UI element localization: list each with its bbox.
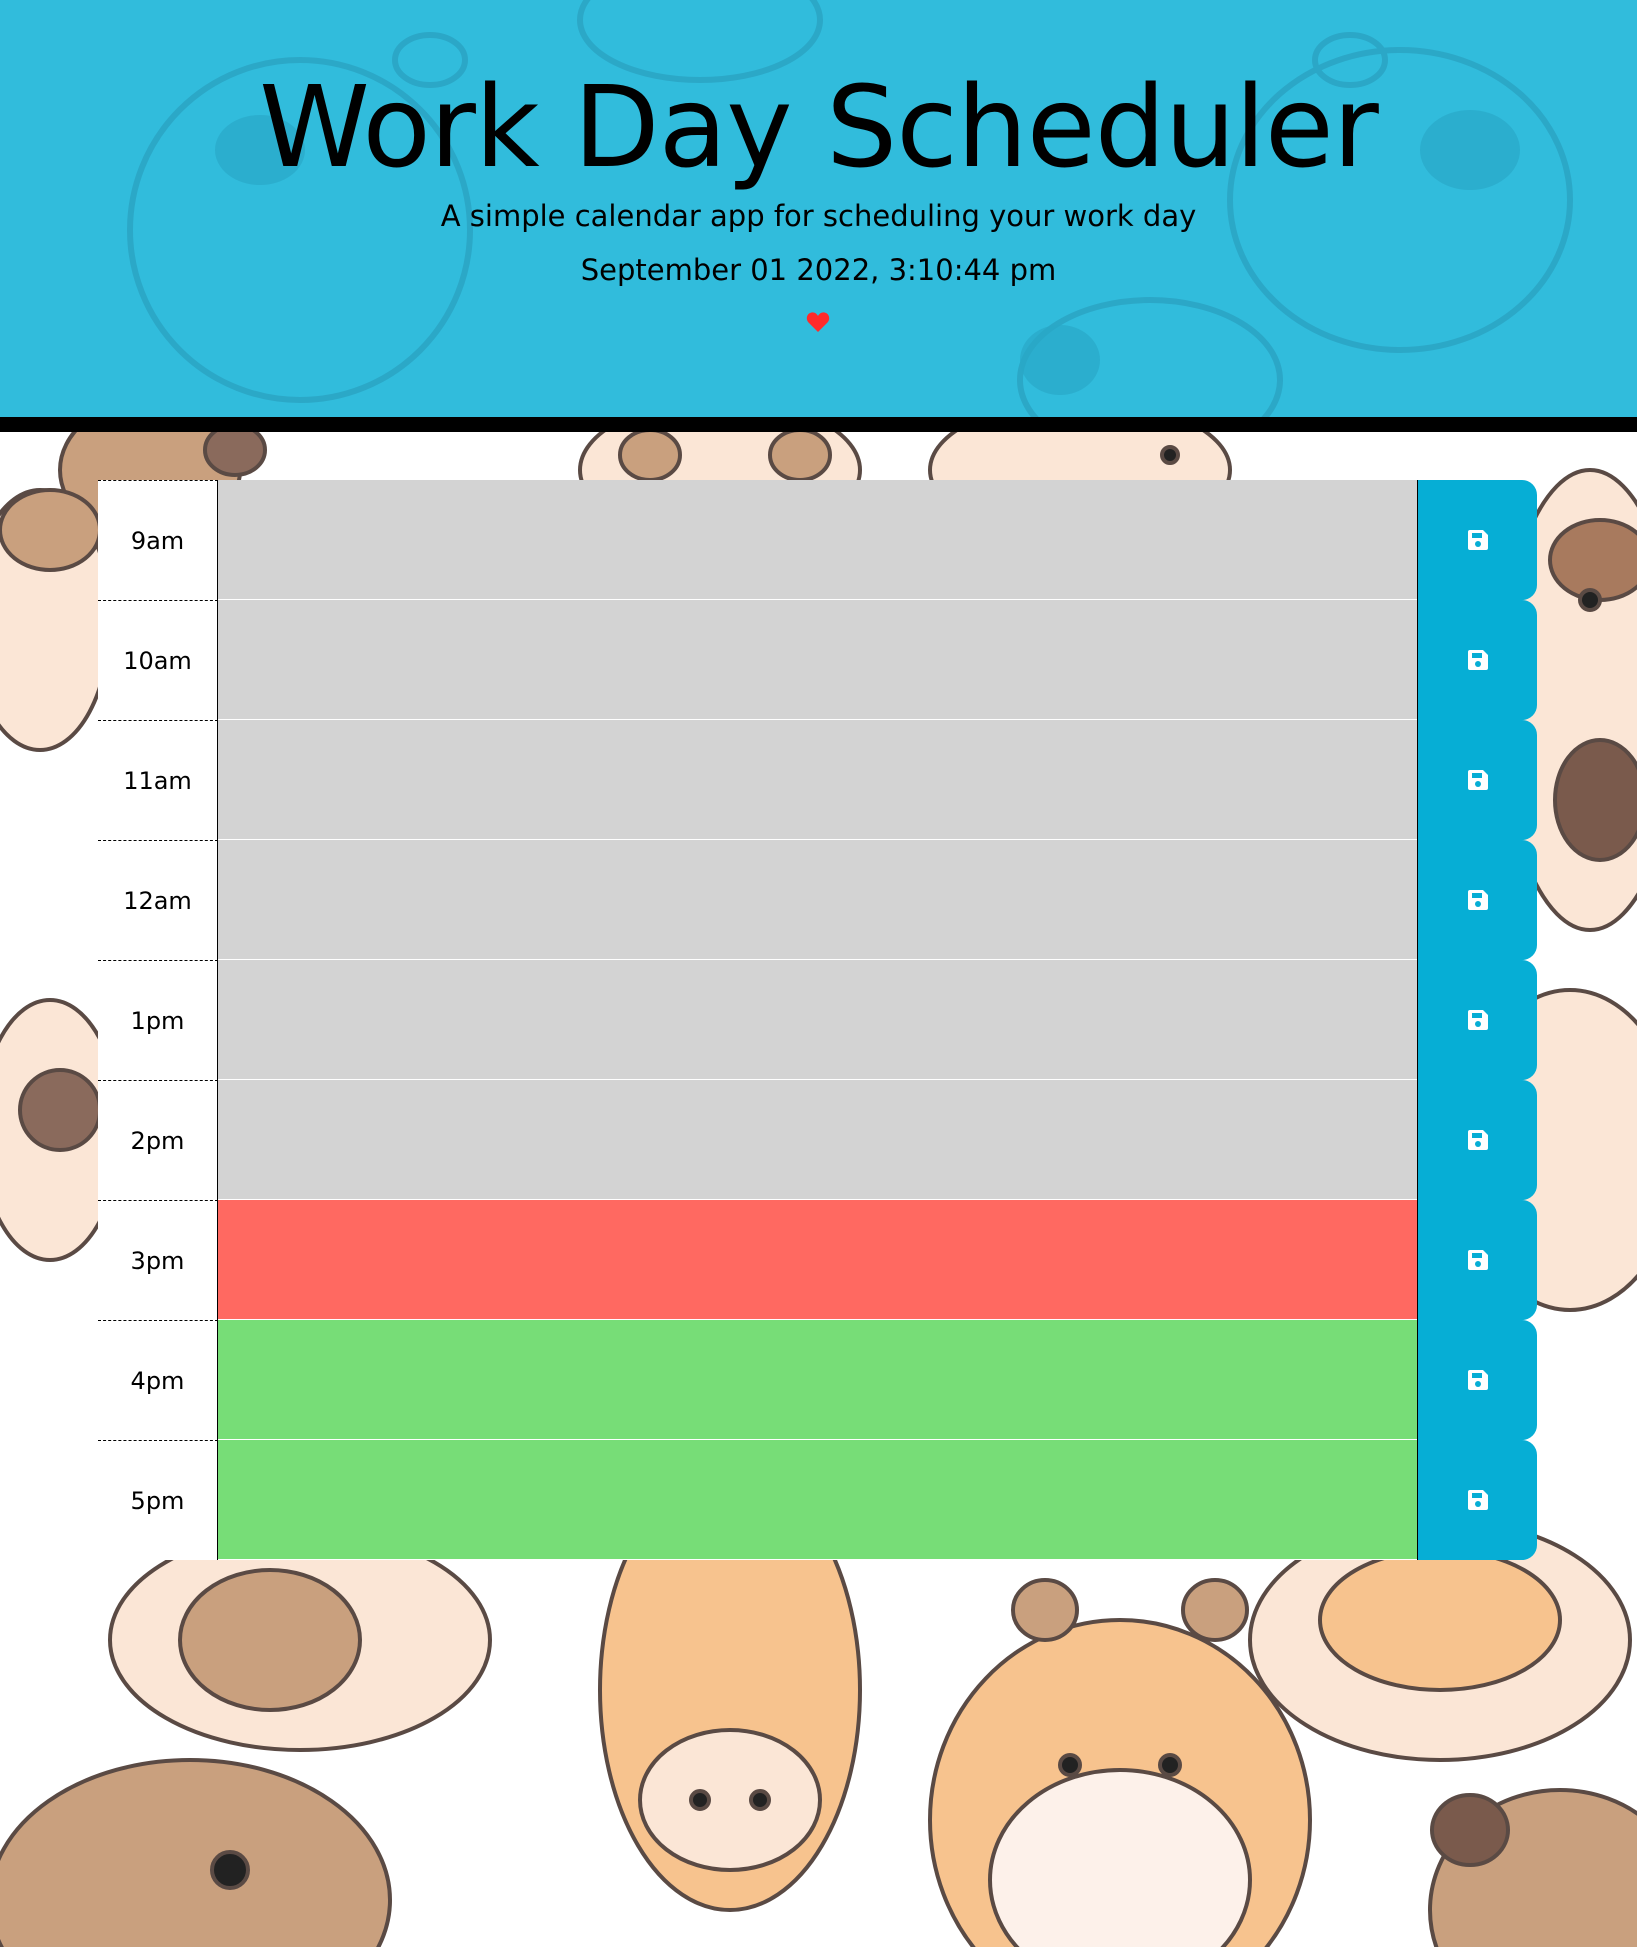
time-block-row-5: 2pm	[98, 1080, 1538, 1200]
save-button[interactable]	[1417, 960, 1537, 1080]
save-icon	[1467, 1130, 1488, 1150]
time-block-row-6: 3pm	[98, 1200, 1538, 1320]
event-description-input[interactable]	[218, 600, 1417, 720]
hour-label: 10am	[98, 600, 218, 720]
save-icon	[1467, 1490, 1488, 1510]
save-button[interactable]	[1417, 720, 1537, 840]
save-button[interactable]	[1417, 1080, 1537, 1200]
save-icon	[1467, 1010, 1488, 1030]
time-block-row-1: 10am	[98, 600, 1538, 720]
page-subtitle: A simple calendar app for scheduling you…	[440, 199, 1197, 233]
save-icon	[1467, 890, 1488, 910]
save-button[interactable]	[1417, 600, 1537, 720]
hour-label: 1pm	[98, 960, 218, 1080]
schedule-container: 9am 10am 11am 12am 1pm 2pm 3pm 4pm 5pm	[98, 480, 1538, 1560]
time-block-row-8: 5pm	[98, 1440, 1538, 1560]
save-button[interactable]	[1417, 840, 1537, 960]
event-description-input[interactable]	[218, 1200, 1417, 1320]
event-description-input[interactable]	[218, 1440, 1417, 1560]
event-description-input[interactable]	[218, 1080, 1417, 1200]
time-block-row-0: 9am	[98, 480, 1538, 600]
event-description-input[interactable]	[218, 480, 1417, 600]
save-button[interactable]	[1417, 480, 1537, 600]
hour-label: 12am	[98, 840, 218, 960]
time-block-row-3: 12am	[98, 840, 1538, 960]
hour-label: 2pm	[98, 1080, 218, 1200]
page-title: Work Day Scheduler	[259, 63, 1379, 193]
save-icon	[1467, 770, 1488, 790]
time-block-row-4: 1pm	[98, 960, 1538, 1080]
save-icon	[1467, 530, 1488, 550]
event-description-input[interactable]	[218, 960, 1417, 1080]
event-description-input[interactable]	[218, 1320, 1417, 1440]
save-icon	[1467, 1250, 1488, 1270]
current-date-display: September 01 2022, 3:10:44 pm	[580, 253, 1057, 287]
hour-label: 4pm	[98, 1320, 218, 1440]
hour-label: 11am	[98, 720, 218, 840]
event-description-input[interactable]	[218, 720, 1417, 840]
time-block-row-7: 4pm	[98, 1320, 1538, 1440]
heart-icon	[806, 312, 830, 332]
time-block-row-2: 11am	[98, 720, 1538, 840]
save-icon	[1467, 650, 1488, 670]
hour-label: 9am	[98, 480, 218, 600]
hour-label: 5pm	[98, 1440, 218, 1560]
header-banner: Work Day Scheduler A simple calendar app…	[0, 0, 1637, 432]
save-button[interactable]	[1417, 1440, 1537, 1560]
save-button[interactable]	[1417, 1200, 1537, 1320]
event-description-input[interactable]	[218, 840, 1417, 960]
save-icon	[1467, 1370, 1488, 1390]
hour-label: 3pm	[98, 1200, 218, 1320]
save-button[interactable]	[1417, 1320, 1537, 1440]
